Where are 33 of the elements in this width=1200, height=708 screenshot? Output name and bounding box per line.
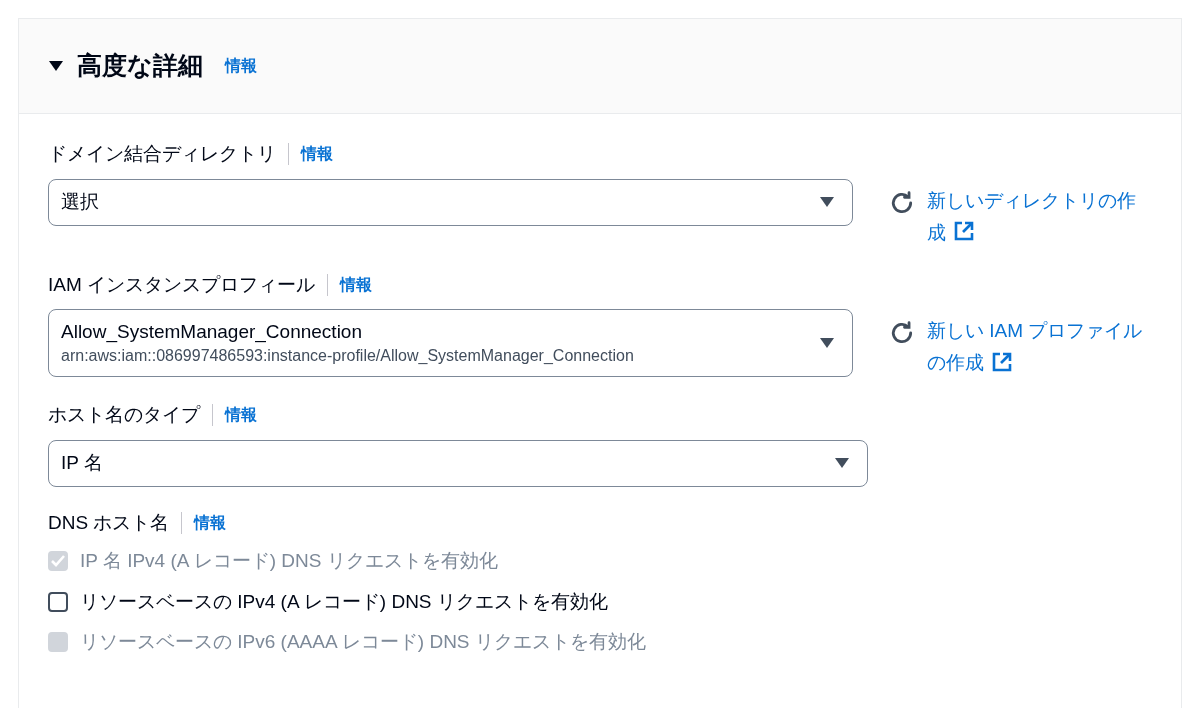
create-link[interactable]: 新しい IAM プロファイルの作成 [927,315,1147,379]
field-label: IAM インスタンスプロフィール [48,272,316,297]
select-value: Allow_SystemManager_Connection [61,320,363,345]
info-link[interactable]: 情報 [194,510,227,535]
section-header[interactable]: 高度な詳細 情報 [19,19,1181,114]
field-label: DNS ホスト名 [48,510,170,535]
external-link-icon [992,352,1012,372]
caret-down-icon [820,197,834,207]
info-link[interactable]: 情報 [301,142,333,167]
refresh-icon[interactable] [889,189,915,216]
select-value: 選択 [61,190,99,214]
create-link[interactable]: 新しいディレクトリの作成 [927,184,1147,249]
info-link[interactable]: 情報 [225,403,257,428]
field-label: ドメイン結合ディレクトリ [48,142,276,166]
field-label: ホスト名のタイプ [48,403,200,427]
refresh-icon[interactable] [889,320,915,346]
caret-down-icon [835,458,849,468]
caret-down-icon[interactable] [49,60,63,72]
select-field[interactable]: IP 名 [48,439,868,487]
checkbox-label: IP 名 IPv4 (A レコード) DNS リクエストを有効化 [80,549,498,573]
checkmark-icon [51,555,65,568]
checkbox-label: リソースベースの IPv4 (A レコード) DNS リクエストを有効化 [80,589,608,614]
external-link-icon [954,221,974,242]
checkbox[interactable] [48,591,68,612]
select-description: arn:aws:iam::086997486593:instance-profile/Allow_SystemManager_Connection [61,346,634,366]
info-link[interactable]: 情報 [340,272,373,297]
caret-down-icon [820,338,834,348]
select-field[interactable]: Allow_SystemManager_Connection arn:aws:iam::086997486593:instance-profile/Allow_SystemManager_Connection [48,309,853,377]
info-link[interactable]: 情報 [225,54,257,78]
section-title: 高度な詳細 [77,50,203,82]
select-field[interactable]: 選択 [48,178,853,226]
checkbox-label: リソースベースの IPv6 (AAAA レコード) DNS リクエストを有効化 [80,630,646,654]
select-value: IP 名 [61,451,103,475]
